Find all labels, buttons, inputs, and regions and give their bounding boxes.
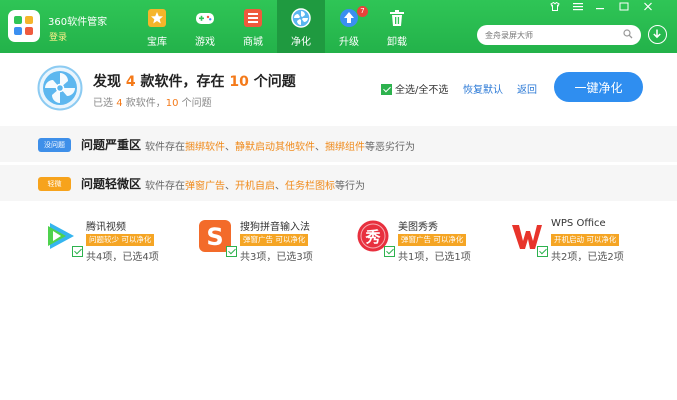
login-link[interactable]: 登录 [49, 30, 67, 43]
summary-subtitle: 已选 4 款软件，10 个问题 [93, 98, 212, 109]
app-count: 共1项，已选1项 [398, 252, 471, 263]
app-checkbox[interactable] [384, 246, 395, 257]
app-checkbox[interactable] [72, 246, 83, 257]
app-issue-tag: 弹窗广告 可以净化 [398, 234, 467, 246]
select-all-checkbox[interactable]: 全选/全不选 [381, 81, 448, 96]
app-card[interactable]: 秀 美图秀秀 弹窗广告 可以净化 共1项，已选1项 [356, 207, 506, 267]
nav-item-store[interactable]: 商城 [229, 0, 277, 53]
minor-apps-list: 腾讯视频 问题较少 可以净化 共4项，已选4项 S 搜狗拼音输入法 弹窗广告 可… [0, 207, 677, 400]
category-description: 软件存在捆绑软件、静默启动其他软件、捆绑组件等恶劣行为 [145, 142, 415, 153]
app-card[interactable]: S 搜狗拼音输入法 弹窗广告 可以净化 共3项，已选3项 [198, 207, 348, 267]
close-icon[interactable] [640, 2, 656, 14]
category-description: 软件存在弹窗广告、开机自启、任务栏图标等行为 [145, 181, 365, 192]
title-bar: 360软件管家 登录 宝库 游戏 商城 净化 7 升级 卸载 金舟录屏大师 [0, 0, 677, 53]
nav-item-games[interactable]: 游戏 [181, 0, 229, 53]
software-count: 4 [125, 74, 136, 90]
app-count: 共4项，已选4项 [86, 252, 159, 263]
app-card[interactable]: WPS Office 开机启动 可以净化 共2项，已选2项 [509, 207, 659, 267]
back-link[interactable]: 返回 [517, 81, 537, 96]
summary-title: 发现 4 款软件，存在 10 个问题 [93, 74, 296, 90]
app-card[interactable]: 腾讯视频 问题较少 可以净化 共4项，已选4项 [44, 207, 194, 267]
category-title: 问题严重区 [81, 138, 142, 152]
upgrade-arrow-icon [340, 9, 358, 27]
minor-issues-header: 轻微 问题轻微区 软件存在弹窗广告、开机自启、任务栏图标等行为 [0, 165, 677, 201]
update-count-badge: 7 [357, 6, 368, 17]
select-all-label: 全选/全不选 [395, 85, 449, 96]
app-name: 搜狗拼音输入法 [240, 222, 310, 233]
severe-issues-header: 没问题 问题严重区 软件存在捆绑软件、静默启动其他软件、捆绑组件等恶劣行为 [0, 126, 677, 162]
app-logo [8, 10, 40, 42]
nav-label: 游戏 [195, 37, 215, 48]
category-tag: 没问题 [38, 138, 71, 152]
category-title: 问题轻微区 [81, 177, 142, 191]
menu-icon[interactable] [570, 2, 586, 14]
nav-label: 商城 [243, 37, 263, 48]
app-name: WPS Office [551, 218, 606, 229]
issue-count: 10 [229, 74, 249, 90]
minimize-icon[interactable] [592, 2, 608, 14]
nav-item-uninstall[interactable]: 卸载 [373, 0, 421, 53]
shirt-skin-icon[interactable] [547, 1, 563, 14]
app-name: 美图秀秀 [398, 222, 438, 233]
treasure-star-icon [148, 9, 166, 27]
download-manager-button[interactable] [648, 25, 667, 44]
nav-item-treasure[interactable]: 宝库 [133, 0, 181, 53]
svg-text:S: S [206, 223, 223, 251]
app-name: 腾讯视频 [86, 222, 126, 233]
nav-label: 净化 [291, 37, 311, 48]
store-icon [244, 9, 262, 27]
nav-label: 卸载 [387, 37, 407, 48]
nav-item-purify[interactable]: 净化 [277, 0, 325, 53]
download-arrow-icon [653, 29, 661, 39]
app-checkbox[interactable] [226, 246, 237, 257]
search-box[interactable] [477, 25, 641, 45]
category-tag: 轻微 [38, 177, 71, 191]
svg-text:秀: 秀 [364, 228, 381, 246]
maximize-icon[interactable] [616, 2, 632, 14]
nav-label: 宝库 [147, 37, 167, 48]
nav-item-upgrade[interactable]: 7 升级 [325, 0, 373, 53]
app-issue-tag: 开机启动 可以净化 [551, 234, 620, 246]
trash-icon [390, 10, 404, 26]
search-icon[interactable] [623, 29, 633, 39]
gamepad-icon [196, 13, 214, 24]
app-title: 360软件管家 [48, 17, 108, 28]
app-count: 共3项，已选3项 [240, 252, 313, 263]
fan-purify-icon [291, 8, 311, 28]
one-click-purify-button[interactable]: 一键净化 [554, 72, 643, 102]
restore-default-link[interactable]: 恢复默认 [463, 81, 503, 96]
search-input[interactable] [485, 27, 615, 43]
app-issue-tag: 弹窗广告 可以净化 [240, 234, 309, 246]
nav-label: 升级 [339, 37, 359, 48]
checkbox-checked-icon [381, 84, 392, 95]
app-count: 共2项，已选2项 [551, 252, 624, 263]
purify-fan-icon [37, 65, 83, 111]
app-issue-tag: 问题较少 可以净化 [86, 234, 155, 246]
app-checkbox[interactable] [537, 246, 548, 257]
purify-summary: 发现 4 款软件，存在 10 个问题 已选 4 款软件，10 个问题 全选/全不… [0, 53, 677, 126]
